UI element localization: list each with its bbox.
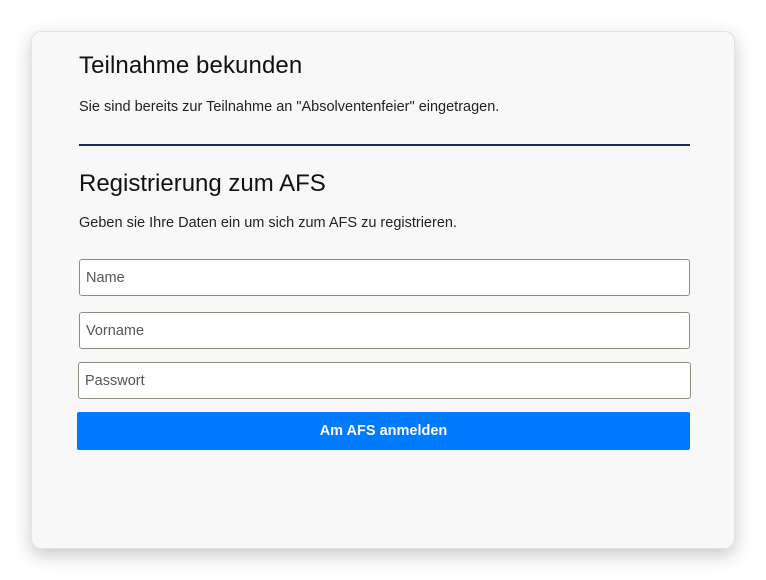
name-input[interactable] bbox=[79, 259, 690, 296]
register-button[interactable]: Am AFS anmelden bbox=[77, 412, 690, 450]
password-input[interactable] bbox=[78, 362, 691, 399]
registration-card: Teilnahme bekunden Sie sind bereits zur … bbox=[31, 31, 735, 549]
participation-title: Teilnahme bekunden bbox=[79, 52, 303, 79]
registration-description: Geben sie Ihre Daten ein um sich zum AFS… bbox=[79, 215, 457, 231]
vorname-input[interactable] bbox=[79, 312, 690, 349]
section-divider bbox=[79, 144, 690, 146]
registration-title: Registrierung zum AFS bbox=[79, 170, 326, 197]
participation-message: Sie sind bereits zur Teilnahme an "Absol… bbox=[79, 99, 500, 115]
